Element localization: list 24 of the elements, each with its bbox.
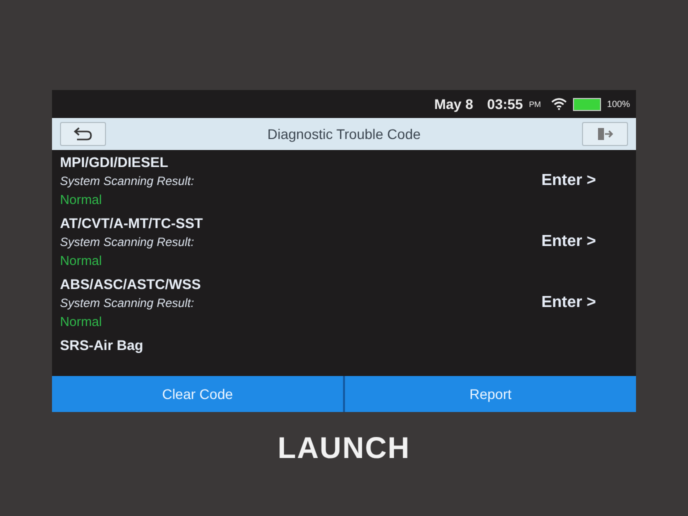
enter-link[interactable]: Enter >: [541, 172, 596, 190]
back-button[interactable]: [60, 122, 106, 146]
wifi-icon: [550, 98, 567, 110]
status-time: 03:55: [487, 96, 523, 112]
enter-link[interactable]: Enter >: [541, 232, 596, 250]
enter-link[interactable]: Enter >: [541, 294, 596, 312]
system-name: MPI/GDI/DIESEL: [60, 154, 170, 170]
scan-result: Normal: [60, 253, 103, 268]
scan-result-label: System Scanning Result:: [60, 235, 196, 249]
scan-result: Normal: [60, 314, 103, 329]
screen-title: Diagnostic Trouble Code: [267, 126, 421, 142]
status-meridiem: PM: [528, 100, 541, 108]
exit-button[interactable]: [582, 122, 628, 146]
exit-icon: [596, 127, 614, 141]
system-name: SRS-Air Bag: [60, 337, 144, 353]
battery-percent: 100%: [606, 99, 630, 109]
scan-result-label: System Scanning Result:: [60, 174, 194, 188]
system-name: AT/CVT/A-MT/TC-SST: [60, 215, 203, 231]
device-logo: LAUNCH: [278, 432, 410, 466]
back-icon: [73, 127, 93, 141]
scan-result-label: System Scanning Result:: [60, 296, 196, 310]
status-date: May 8: [434, 96, 474, 112]
system-name: ABS/ASC/ASTC/WSS: [60, 276, 201, 292]
scan-result: Normal: [60, 192, 103, 207]
